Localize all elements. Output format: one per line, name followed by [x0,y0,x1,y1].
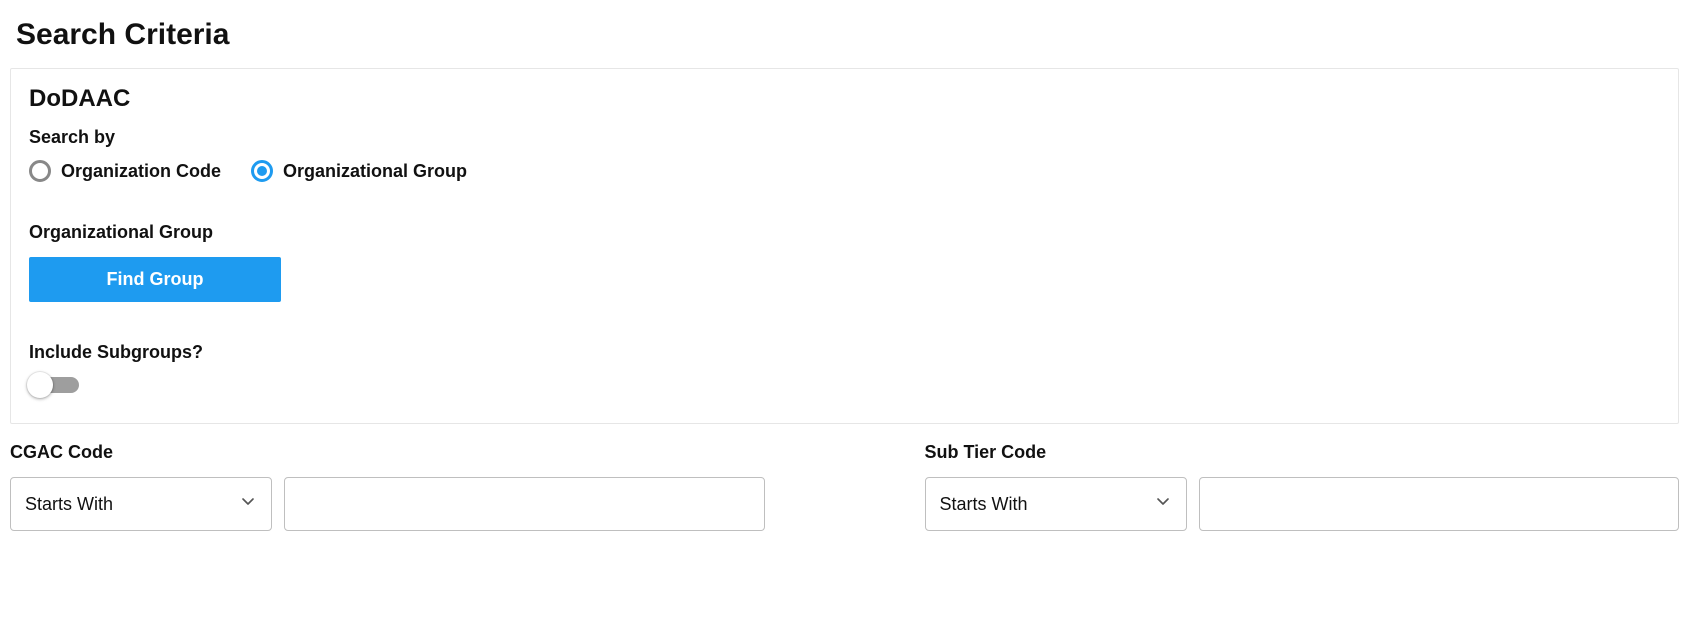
organizational-group-label: Organizational Group [29,222,1660,243]
search-by-radio-group: Organization Code Organizational Group [29,160,1660,182]
radio-organizational-group[interactable]: Organizational Group [251,160,467,182]
search-panel: DoDAAC Search by Organization Code Organ… [10,68,1679,424]
page-title: Search Criteria [16,18,1679,52]
subtier-value-input[interactable] [1199,477,1680,531]
radio-icon [251,160,273,182]
cgac-value-input[interactable] [284,477,765,531]
subtier-operator-value: Starts With [940,494,1028,515]
radio-label-organizational-group: Organizational Group [283,161,467,182]
toggle-knob [27,372,53,398]
radio-icon [29,160,51,182]
subtier-label: Sub Tier Code [925,442,1680,463]
find-group-button[interactable]: Find Group [29,257,281,302]
subtier-operator-select[interactable]: Starts With [925,477,1187,531]
cgac-filter: CGAC Code Starts With [10,442,765,531]
cgac-label: CGAC Code [10,442,765,463]
radio-organization-code[interactable]: Organization Code [29,160,221,182]
filters-row: CGAC Code Starts With Sub Tier Code Star… [10,442,1679,531]
cgac-operator-select[interactable]: Starts With [10,477,272,531]
search-by-label: Search by [29,127,1660,148]
radio-label-organization-code: Organization Code [61,161,221,182]
cgac-operator-value: Starts With [25,494,113,515]
include-subgroups-toggle[interactable] [29,375,83,395]
subtier-filter: Sub Tier Code Starts With [925,442,1680,531]
include-subgroups-label: Include Subgroups? [29,342,1660,363]
panel-title: DoDAAC [29,85,1660,113]
